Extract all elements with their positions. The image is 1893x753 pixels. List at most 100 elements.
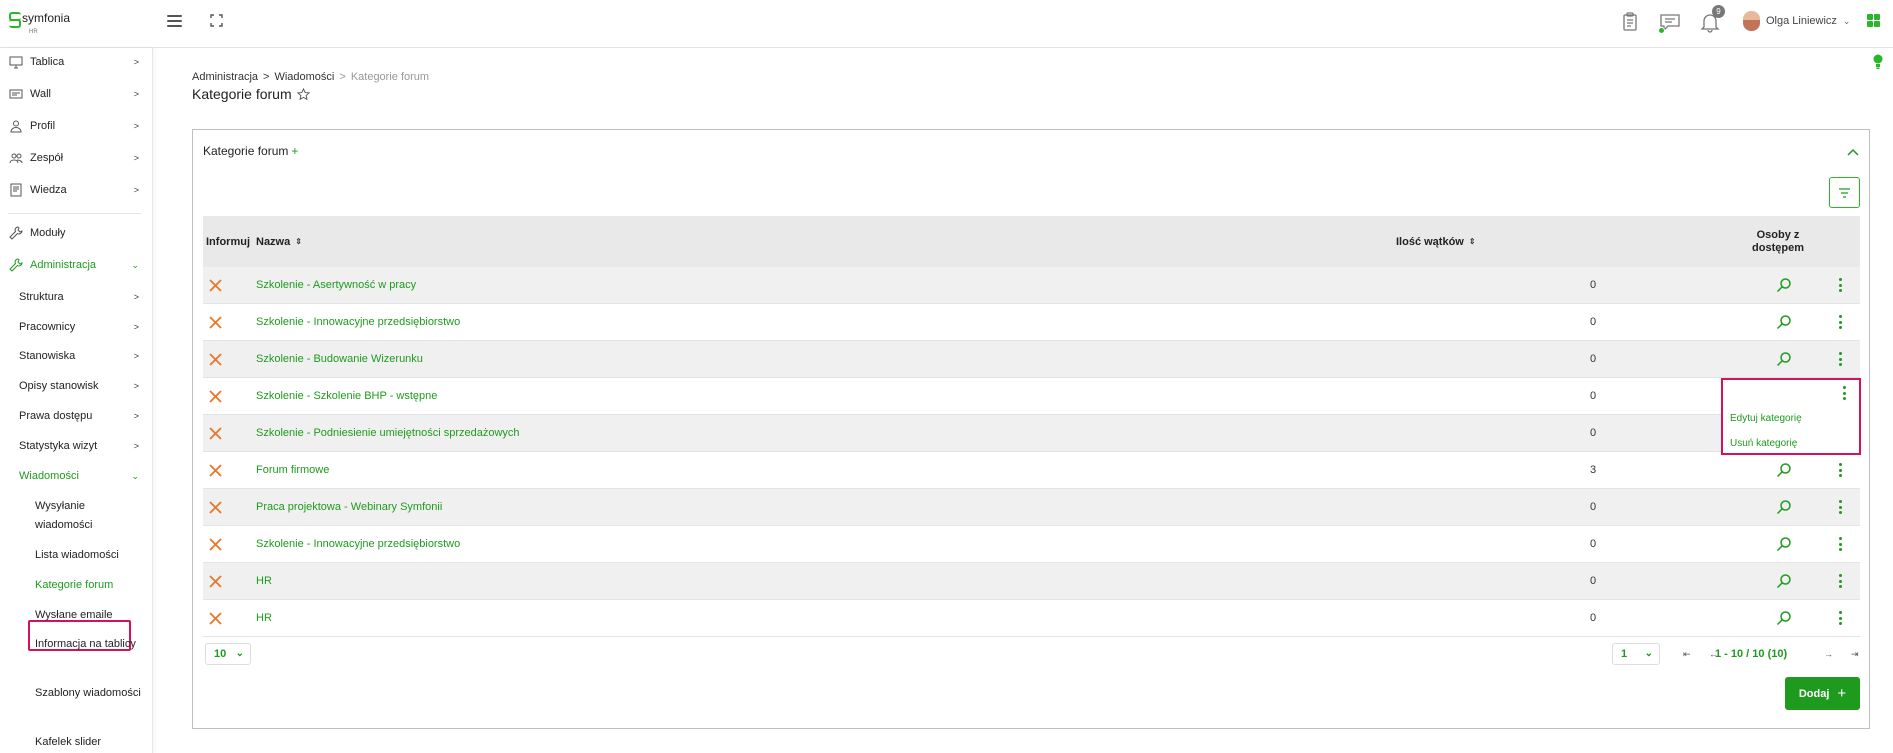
search-icon[interactable]: [1776, 536, 1792, 552]
close-icon[interactable]: [209, 501, 222, 514]
breadcrumb-wiadomosci[interactable]: Wiadomości: [274, 71, 334, 83]
column-header-access-line2: dostępem: [1752, 241, 1804, 254]
book-icon: [10, 183, 22, 197]
close-icon[interactable]: [209, 575, 222, 588]
sidebar-item-opisy-stanowisk[interactable]: Opisy stanowisk >: [0, 373, 152, 399]
search-icon[interactable]: [1776, 351, 1792, 367]
category-name-link[interactable]: Szkolenie - Innowacyjne przedsiębiorstwo: [256, 316, 460, 328]
sidebar-item-zespol[interactable]: Zespół >: [0, 145, 152, 171]
sidebar-item-kategorie-forum[interactable]: Kategorie forum: [35, 576, 145, 595]
user-menu[interactable]: Olga Liniewicz ⌄: [1743, 11, 1850, 31]
breadcrumb-separator: >: [339, 71, 346, 83]
close-icon[interactable]: [209, 390, 222, 403]
column-header-threads[interactable]: Ilość wątków ⇕: [1396, 216, 1476, 267]
next-page-icon[interactable]: →: [1824, 649, 1833, 659]
kebab-menu-icon[interactable]: [1836, 314, 1844, 330]
close-icon[interactable]: [209, 353, 222, 366]
category-name-link[interactable]: Szkolenie - Szkolenie BHP - wstępne: [256, 390, 437, 402]
column-header-name[interactable]: Nazwa ⇕: [256, 216, 302, 267]
sidebar-item-label: Wiadomości: [19, 470, 79, 482]
clipboard-icon[interactable]: [1618, 10, 1642, 34]
close-icon[interactable]: [209, 279, 222, 292]
card-title: Kategorie forum +: [203, 144, 298, 158]
category-name-link[interactable]: Szkolenie - Asertywność w pracy: [256, 279, 416, 291]
category-name-link[interactable]: Forum firmowe: [256, 464, 329, 476]
add-category-plus-icon[interactable]: +: [291, 144, 298, 158]
kebab-menu-icon[interactable]: [1836, 536, 1844, 552]
page-select[interactable]: 1 ⌄: [1612, 643, 1660, 665]
thread-count: 0: [1589, 353, 1597, 365]
category-name-link[interactable]: Praca projektowa - Webinary Symfonii: [256, 501, 442, 513]
sidebar-item-moduly[interactable]: Moduły: [0, 220, 152, 246]
table-row: Szkolenie - Innowacyjne przedsiębiorstwo…: [203, 304, 1860, 341]
kebab-menu-icon[interactable]: [1840, 386, 1848, 400]
sidebar-item-statystyka-wizyt[interactable]: Statystyka wizyt >: [0, 433, 152, 459]
lightbulb-icon[interactable]: [1873, 54, 1883, 70]
breadcrumb-administracja[interactable]: Administracja: [192, 71, 258, 83]
search-icon[interactable]: [1776, 499, 1792, 515]
notifications-bell-icon[interactable]: 9: [1698, 5, 1725, 34]
sidebar-item-kafelek-slider[interactable]: Kafelek slider: [35, 733, 145, 752]
category-name-link[interactable]: Szkolenie - Budowanie Wizerunku: [256, 353, 423, 365]
sidebar-item-pracownicy[interactable]: Pracownicy >: [0, 314, 152, 340]
kebab-menu-icon[interactable]: [1836, 462, 1844, 478]
sidebar-item-wyslane-emaile[interactable]: Wysłane emaile: [35, 606, 145, 625]
category-name-link[interactable]: Szkolenie - Podniesienie umiejętności sp…: [256, 427, 520, 439]
category-name-link[interactable]: HR: [256, 575, 272, 587]
app-logo[interactable]: symfonia HR: [9, 12, 70, 35]
kebab-menu-icon[interactable]: [1836, 277, 1844, 293]
sidebar-item-szablony-wiadomosci[interactable]: Szablony wiadomości: [35, 684, 145, 703]
fullscreen-icon[interactable]: [210, 14, 223, 27]
apps-grid-icon[interactable]: [1867, 14, 1880, 27]
sidebar-item-stanowiska[interactable]: Stanowiska >: [0, 343, 152, 369]
online-status-icon: [1658, 27, 1665, 34]
sidebar-item-wiadomosci[interactable]: Wiadomości ⌄: [0, 463, 152, 489]
close-icon[interactable]: [209, 538, 222, 551]
kebab-menu-icon[interactable]: [1836, 351, 1844, 367]
sidebar-item-prawa-dostepu[interactable]: Prawa dostępu >: [0, 403, 152, 429]
close-icon[interactable]: [209, 316, 222, 329]
search-icon[interactable]: [1776, 610, 1792, 626]
per-page-select[interactable]: 10 ⌄: [205, 643, 251, 665]
sidebar-item-wiedza[interactable]: Wiedza >: [0, 177, 152, 203]
delete-category-menu-item[interactable]: Usuń kategorię: [1730, 438, 1797, 449]
sort-icon: ⇕: [1468, 237, 1476, 246]
category-name-link[interactable]: Szkolenie - Innowacyjne przedsiębiorstwo: [256, 538, 460, 550]
search-icon[interactable]: [1776, 462, 1792, 478]
kebab-menu-icon[interactable]: [1836, 573, 1844, 589]
close-icon[interactable]: [209, 464, 222, 477]
chevron-up-icon[interactable]: [1847, 148, 1859, 156]
edit-category-menu-item[interactable]: Edytuj kategorię: [1730, 413, 1802, 424]
add-button-label: Dodaj: [1798, 687, 1830, 700]
star-icon[interactable]: [296, 87, 310, 101]
sidebar-item-tablica[interactable]: Tablica >: [0, 49, 152, 75]
last-page-icon[interactable]: ⇥: [1851, 649, 1859, 660]
kebab-menu-icon[interactable]: [1836, 610, 1844, 626]
search-icon[interactable]: [1776, 277, 1792, 293]
table-row: HR 0: [203, 600, 1860, 637]
close-icon[interactable]: [209, 427, 222, 440]
sidebar-item-label: Struktura: [19, 291, 64, 303]
sidebar-item-struktura[interactable]: Struktura >: [0, 284, 152, 310]
sidebar-item-administracja[interactable]: Administracja ⌄: [0, 252, 152, 278]
sidebar-divider: [8, 213, 141, 214]
sidebar-item-profil[interactable]: Profil >: [0, 113, 152, 139]
close-icon[interactable]: [209, 612, 222, 625]
filter-button[interactable]: [1829, 177, 1860, 208]
table-row: Praca projektowa - Webinary Symfonii 0: [203, 489, 1860, 526]
search-icon[interactable]: [1776, 573, 1792, 589]
user-name: Olga Liniewicz: [1766, 15, 1837, 27]
kebab-menu-icon[interactable]: [1836, 499, 1844, 515]
add-button[interactable]: Dodaj +: [1785, 677, 1860, 710]
table-row: Szkolenie - Szkolenie BHP - wstępne 0: [203, 378, 1860, 415]
hamburger-menu-icon[interactable]: [167, 15, 182, 27]
sidebar-item-wysylanie-wiadomosci[interactable]: Wysyłanie wiadomości: [35, 497, 145, 535]
sidebar-item-lista-wiadomosci[interactable]: Lista wiadomości: [35, 546, 145, 565]
search-icon[interactable]: [1776, 314, 1792, 330]
messages-icon[interactable]: [1658, 10, 1682, 34]
sidebar-item-wall[interactable]: Wall >: [0, 81, 152, 107]
sidebar-item-informacja-na-tablicy[interactable]: Informacja na tablicy: [35, 635, 145, 654]
chevron-right-icon: >: [133, 292, 139, 302]
first-page-icon[interactable]: ⇤: [1683, 649, 1691, 660]
category-name-link[interactable]: HR: [256, 612, 272, 624]
